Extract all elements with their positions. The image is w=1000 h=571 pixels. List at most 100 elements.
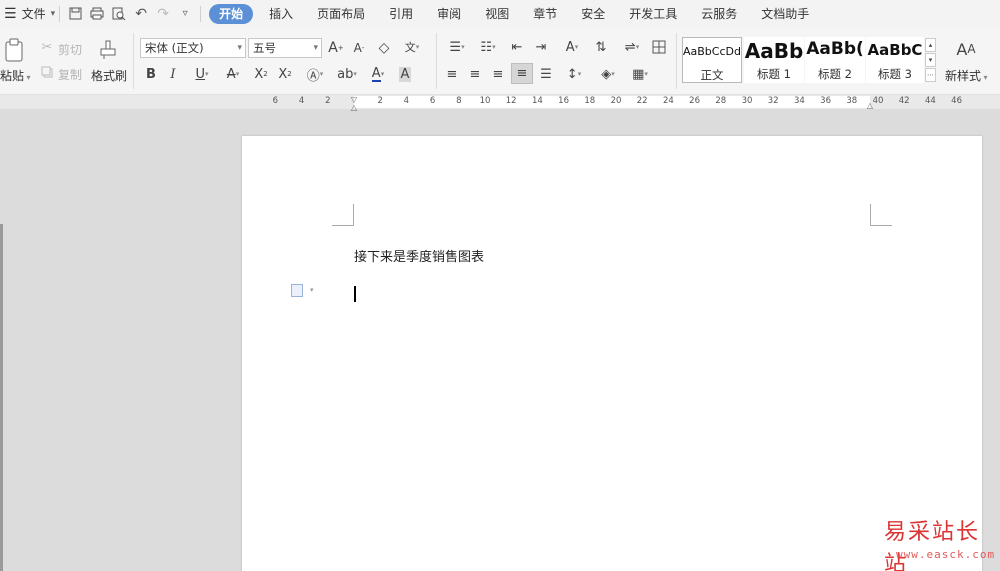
horizontal-ruler[interactable]: 6 4 2 2 4 6 8 10 12 14 16 18 20 22 24 26 28 30 32 34 36 38 40 4… [270,96,988,108]
justify-icon[interactable]: ≡ [511,63,533,84]
ruler-tick-label: 18 [584,96,596,106]
style-heading-3[interactable]: AaBbC 标题 3 [866,37,924,83]
menu-bar: ☰ 文件 ▾ ↶ ↷ ▿ 开始 插入 页面布局 引用 审阅 视图 章节 安全 开… [0,0,1000,27]
subscript-icon[interactable]: X2 [275,64,295,84]
line-spacing-icon[interactable]: ↕ ▾ [560,64,588,84]
watermark-site-name: 易采站长站 [884,520,981,571]
tab-home[interactable]: 开始 [209,3,254,24]
shrink-font-icon[interactable]: A- [350,38,368,58]
font-size-value: 五号 [253,41,276,55]
right-indent-marker[interactable]: △ [865,100,875,110]
format-painter-icon[interactable] [96,37,120,63]
tab-sections[interactable]: 章节 [521,0,569,27]
paste-icon[interactable] [2,37,26,63]
menu-divider [200,5,202,22]
ruler-tick-label: 4 [403,96,410,106]
chevron-down-icon: ▾ [24,73,31,82]
styles-more-icon[interactable]: ⋯ [925,68,936,82]
styles-scroll-up-icon[interactable]: ▴ [925,38,936,52]
highlight-icon[interactable]: ab ▾ [333,64,361,84]
increase-indent-icon[interactable]: ⇥ [532,38,550,56]
style-heading-2[interactable]: AaBb( 标题 2 [805,37,865,83]
print-icon[interactable] [86,0,108,27]
font-name-select[interactable]: 宋体 (正文) ▾ [140,38,246,58]
copy-button[interactable]: 复制 [58,66,82,83]
style-sample: AaBbC [867,41,923,59]
paste-label: 粘贴 [0,69,25,83]
paste-button[interactable]: 粘贴 ▾ [0,67,31,84]
borders-icon[interactable]: ▦ ▾ [626,64,654,84]
new-style-icon[interactable]: AA [953,37,979,61]
numbered-list-icon[interactable]: ☷ ▾ [474,38,502,56]
style-label: 标题 1 [757,67,791,81]
tab-document-assistant[interactable]: 文档助手 [749,0,821,27]
align-center-icon[interactable]: ≡ [466,64,484,84]
crop-mark-top-left [332,204,354,226]
clear-format-icon[interactable]: ◇ [374,38,394,58]
redo-icon[interactable]: ↷ [152,0,174,27]
bold-icon[interactable]: B [142,64,160,84]
tab-review[interactable]: 审阅 [425,0,473,27]
distributed-align-icon[interactable]: ☰ [537,64,555,84]
new-style-button[interactable]: 新样式 ▾ [945,67,988,84]
tab-page-layout[interactable]: 页面布局 [305,0,377,27]
save-icon[interactable] [64,0,86,27]
file-menu[interactable]: ☰ 文件 ▾ [0,0,55,27]
scissors-icon: ✂ [41,39,53,55]
chevron-down-icon: ▾ [237,43,242,53]
ruler-tick-label: 2 [325,96,331,106]
left-panel-edge [0,224,3,571]
phonetic-guide-icon[interactable]: 文 ▾ [400,36,424,58]
sort-icon[interactable]: ⇅ [592,38,610,56]
tab-security[interactable]: 安全 [569,0,617,27]
align-left-icon[interactable]: ≡ [443,64,461,84]
paragraph-layout-icon[interactable] [291,284,303,297]
style-heading-1[interactable]: AaBb 标题 1 [744,37,804,83]
tab-insert[interactable]: 插入 [257,0,305,27]
ruler-tick-label: 6 [272,96,279,106]
text-effect-icon[interactable]: Ⓐ ▾ [301,64,329,84]
format-painter-button[interactable]: 格式刷 [91,67,127,84]
font-name-value: 宋体 (正文) [145,41,204,55]
tab-view[interactable]: 视图 [473,0,521,27]
document-paragraph[interactable]: 接下来是季度销售图表 [354,246,484,265]
hanging-indent-marker[interactable]: △ [349,103,359,112]
style-normal[interactable]: AaBbCcDd 正文 [682,37,742,83]
ruler-tick-label: 20 [610,96,622,106]
style-label: 标题 3 [878,67,912,81]
ruler-tick-label: 46 [951,96,963,106]
font-size-select[interactable]: 五号 ▾ [248,38,322,58]
table-grid-icon[interactable] [650,38,668,56]
font-color-icon[interactable]: A ▾ [366,64,390,84]
superscript-icon[interactable]: X2 [251,64,271,84]
decrease-indent-icon[interactable]: ⇤ [508,38,526,56]
tab-references[interactable]: 引用 [377,0,425,27]
menu-divider [59,5,61,22]
first-line-indent-marker[interactable]: ▽ [349,95,359,104]
grow-font-icon[interactable]: A + [326,38,346,58]
hamburger-icon: ☰ [4,5,17,22]
document-page[interactable]: 接下来是季度销售图表 ▾ [242,136,982,571]
tab-cloud-services[interactable]: 云服务 [689,0,749,27]
show-hide-marks-icon[interactable]: ⇌ ▾ [618,38,646,56]
new-style-label: 新样式 [945,69,982,83]
shading-icon[interactable]: ◈ ▾ [594,64,622,84]
ruler-tick-label: 42 [898,96,910,106]
strikethrough-icon[interactable]: A ▾ [220,64,246,84]
bullet-list-icon[interactable]: ☰ ▾ [443,38,471,56]
character-shading-icon[interactable]: A [396,64,414,84]
chevron-down-icon: ▾ [310,286,314,294]
italic-icon[interactable]: I [164,64,182,84]
underline-icon[interactable]: U ▾ [188,64,216,84]
tab-developer-tools[interactable]: 开发工具 [617,0,689,27]
quick-access-dropdown-icon[interactable]: ▿ [174,0,196,27]
styles-scroll-down-icon[interactable]: ▾ [925,53,936,67]
undo-icon[interactable]: ↶ [130,0,152,27]
cut-button[interactable]: 剪切 [58,41,82,58]
chinese-layout-icon[interactable]: A ▾ [558,38,586,56]
print-preview-icon[interactable] [108,0,130,27]
watermark-url: www.easck.com [896,548,996,561]
ruler-tick-label: 16 [558,96,570,106]
align-right-icon[interactable]: ≡ [489,64,507,84]
crop-mark-top-right [870,204,892,226]
